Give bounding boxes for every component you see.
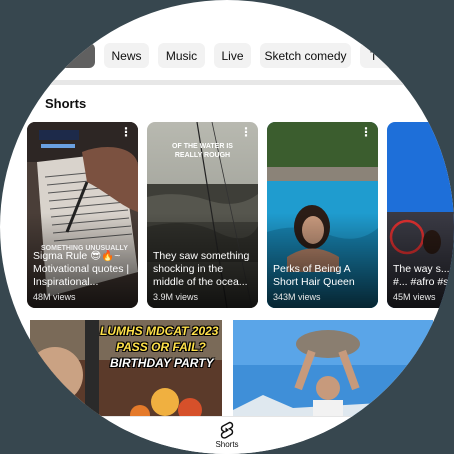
bottom-navigation: Shorts [0,416,454,454]
short-views: 3.9M views [153,292,199,302]
video-thumbnail-image [233,320,433,420]
youtube-home-screen: All News Music Live Sketch comedy T Shor… [0,0,454,454]
chip-news[interactable]: News [104,43,149,68]
chip-sketch-comedy[interactable]: Sketch comedy [260,43,351,68]
more-options-icon[interactable]: ⋮ [120,126,132,138]
chip-label: News [111,48,142,63]
chip-music[interactable]: Music [158,43,205,68]
video-thumbnail[interactable]: LUMHS MDCAT 2023 PASS OR FAIL? BIRTHDAY … [30,320,222,420]
watch-face: All News Music Live Sketch comedy T Shor… [0,0,454,454]
shorts-icon [220,421,234,439]
short-title: The way s... 😍 #viral #... #afro #stu... [393,263,454,288]
nav-shorts[interactable]: Shorts [207,421,247,453]
chip-label: Sketch comedy [264,48,347,63]
more-options-icon[interactable]: ⋮ [360,126,372,138]
thumbnail-overlay-text: BIRTHDAY PARTY [110,356,214,370]
short-card[interactable]: The way s... 😍 #viral #... #afro #stu...… [387,122,454,308]
chip-live[interactable]: Live [214,43,251,68]
thumbnail-overlay-text: OF THE WATER IS REALLY ROUGH [172,143,233,159]
chip-all[interactable]: All [40,43,95,68]
chip-partial[interactable]: T [360,43,400,68]
short-title: Sigma Rule 😎🔥~ Motivational quotes | Ins… [33,250,130,288]
thumbnail-overlay-text: PASS OR FAIL? [116,340,206,354]
thumbnail-overlay-text: LUMHS MDCAT 2023 [100,324,219,338]
short-card[interactable]: OF THE WATER IS REALLY ROUGH ⋮ They saw … [147,122,258,308]
short-title: They saw something shocking in the middl… [153,250,250,288]
category-chip-bar[interactable]: All News Music Live Sketch comedy T [0,40,454,70]
section-divider [0,80,454,85]
more-options-icon[interactable]: ⋮ [240,126,252,138]
chip-label: Live [221,48,244,63]
short-card[interactable]: SOMETHING UNUSUALLY ⋮ Sigma Rule 😎🔥~ Mot… [27,122,138,308]
shorts-section-title: Shorts [45,96,87,111]
chip-label: T [370,48,378,63]
chip-label: All [60,48,75,63]
short-views: 343M views [273,292,321,302]
short-views: 48M views [33,292,76,302]
chip-label: Music [165,48,198,63]
short-title: Perks of Being A Short Hair Queen [273,263,355,288]
short-card[interactable]: ⋮ Perks of Being A Short Hair Queen 343M… [267,122,378,308]
short-views: 45M views [393,292,436,302]
video-thumbnail[interactable] [233,320,433,420]
nav-shorts-label: Shorts [215,440,239,449]
